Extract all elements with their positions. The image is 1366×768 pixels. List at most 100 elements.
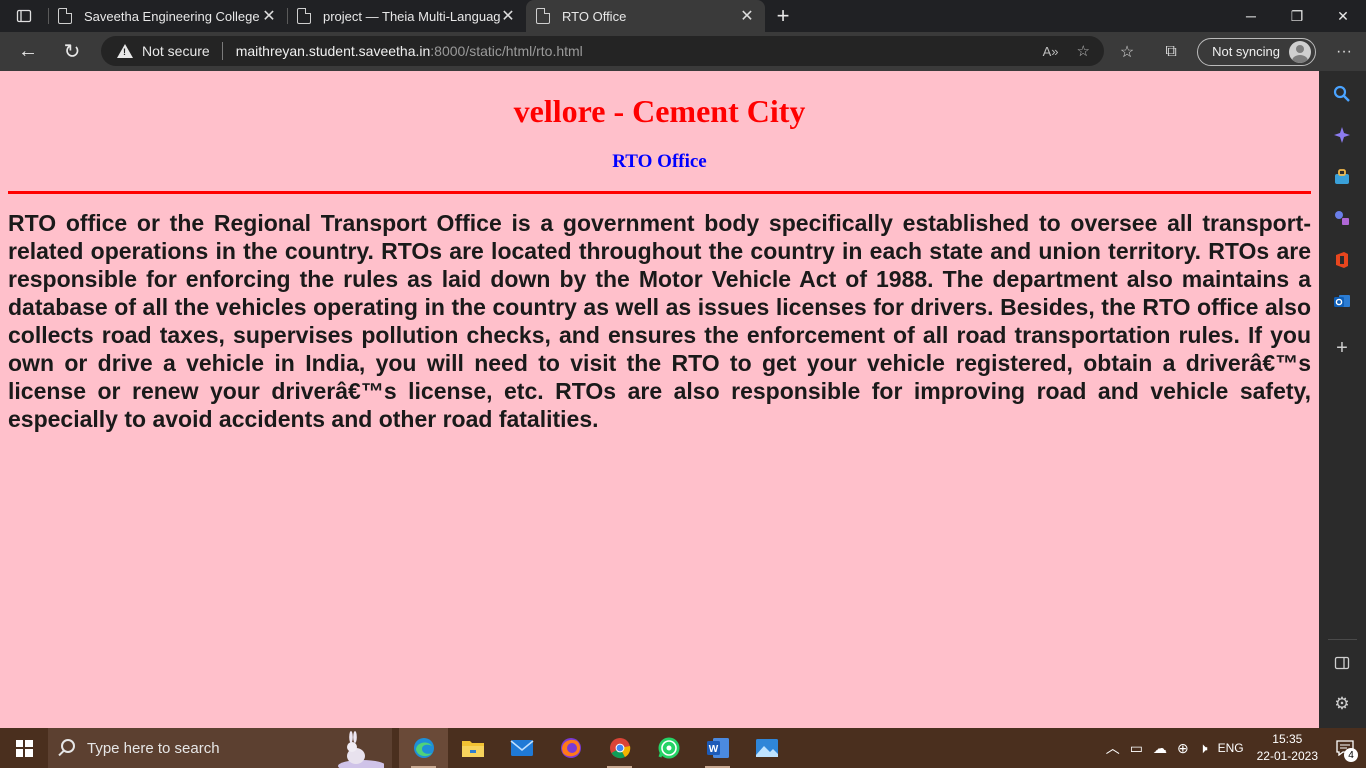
tab-close-icon[interactable]: ✕ (261, 6, 277, 26)
page-paragraph: RTO office or the Regional Transport Off… (8, 210, 1311, 432)
word-icon: W (706, 738, 729, 758)
taskbar-file-explorer[interactable] (448, 728, 497, 768)
plus-icon: + (1336, 336, 1348, 359)
url-path: :8000/static/html/rto.html (430, 43, 583, 59)
sidebar-outlook-button[interactable] (1331, 290, 1353, 312)
sidebar-copilot-button[interactable] (1331, 124, 1353, 146)
taskbar: Type here to search W ︿ ▭ ☁ ⊕ 🕨 ENG 15:3… (0, 728, 1366, 768)
tab-actions-button[interactable] (0, 0, 48, 32)
search-icon (61, 739, 75, 753)
tab-theia-project[interactable]: project — Theia Multi-Language ✕ (287, 0, 526, 32)
taskbar-edge[interactable] (399, 728, 448, 768)
collections-button[interactable]: ⧉ (1149, 43, 1193, 61)
firefox-icon (560, 738, 581, 758)
sidebar-shopping-button[interactable] (1331, 166, 1353, 188)
page-icon (297, 8, 311, 24)
network-icon[interactable]: ⊕ (1177, 740, 1189, 757)
sidebar-hide-button[interactable] (1331, 652, 1353, 674)
tab-close-icon[interactable]: ✕ (500, 6, 516, 26)
profile-button[interactable]: Not syncing (1197, 37, 1316, 66)
browser-toolbar: ← ↻ ! Not secure maithreyan.student.save… (0, 32, 1366, 71)
sidebar-add-button[interactable]: + (1331, 337, 1353, 359)
new-tab-button[interactable]: + (765, 0, 801, 32)
tab-actions-icon (16, 9, 32, 23)
mail-icon (509, 740, 534, 756)
notification-badge: 4 (1344, 748, 1358, 762)
windows-icon (15, 739, 33, 757)
clock-date: 22-01-2023 (1256, 749, 1318, 763)
warning-icon: ! (117, 44, 133, 58)
taskbar-photos[interactable] (742, 728, 791, 768)
taskbar-chrome[interactable] (595, 728, 644, 768)
page-title: vellore - Cement City (513, 93, 806, 129)
taskbar-firefox[interactable] (546, 728, 595, 768)
add-favorite-icon[interactable]: ☆ (1077, 42, 1090, 60)
page-icon (58, 8, 72, 24)
restore-button[interactable]: ❐ (1274, 0, 1320, 32)
sidebar-settings-button[interactable]: ⚙ (1331, 693, 1353, 715)
address-bar-actions: A» ☆ (1043, 36, 1090, 66)
cloud-icon[interactable]: ☁ (1153, 740, 1167, 757)
notification-center-button[interactable]: 4 (1330, 728, 1360, 768)
divider (221, 42, 223, 60)
tab-saveetha[interactable]: Saveetha Engineering College ✕ (48, 0, 287, 32)
sidebar-office-button[interactable] (1331, 249, 1353, 271)
arrow-left-icon: ← (18, 40, 38, 62)
whatsapp-icon (658, 737, 679, 759)
tab-strip: Saveetha Engineering College ✕ project —… (0, 0, 1366, 32)
start-button[interactable] (0, 728, 48, 768)
edge-sidebar: + ⚙ (1319, 71, 1366, 728)
refresh-button[interactable]: ↻ (50, 34, 94, 70)
favorites-button[interactable]: ☆ (1105, 42, 1149, 62)
taskbar-search[interactable]: Type here to search (48, 728, 392, 768)
close-window-button[interactable]: ✕ (1320, 0, 1366, 32)
volume-muted-icon[interactable]: 🕨 (1199, 740, 1208, 757)
page-subtitle: RTO Office (612, 151, 707, 172)
settings-menu-button[interactable]: ··· (1322, 43, 1366, 61)
window-controls: ─ ❐ ✕ (1228, 0, 1366, 32)
pinned-apps: W (399, 728, 791, 768)
office-icon (1336, 252, 1348, 268)
back-button[interactable]: ← (6, 34, 50, 70)
sidebar-search-button[interactable] (1331, 83, 1353, 105)
gear-icon: ⚙ (1334, 694, 1350, 713)
sparkle-icon (1334, 127, 1350, 143)
divider (1328, 639, 1357, 640)
read-aloud-icon[interactable]: A» (1043, 44, 1059, 59)
clock[interactable]: 15:35 22-01-2023 (1257, 731, 1318, 765)
clock-time: 15:35 (1272, 732, 1303, 746)
collections-icon: ⧉ (1165, 42, 1177, 60)
edge-icon (413, 738, 434, 758)
sidebar-tools-button[interactable] (1331, 207, 1353, 229)
toolbar-right: ☆ ⧉ Not syncing ··· (1105, 32, 1366, 71)
language-indicator[interactable]: ENG (1218, 741, 1244, 755)
outlook-icon (1334, 295, 1350, 307)
sidebar-panel-icon (1334, 656, 1350, 670)
taskbar-whatsapp[interactable] (644, 728, 693, 768)
tools-icon (1335, 211, 1349, 225)
photos-icon (755, 739, 778, 757)
taskbar-mail[interactable] (497, 728, 546, 768)
tab-rto-office[interactable]: RTO Office ✕ (526, 0, 765, 32)
web-page: vellore - Cement City RTO Office RTO off… (0, 71, 1319, 728)
tab-title: Saveetha Engineering College (84, 8, 260, 24)
tab-title: RTO Office (562, 8, 627, 24)
minimize-button[interactable]: ─ (1228, 0, 1274, 32)
favorites-icon: ☆ (1119, 43, 1135, 61)
system-tray: ︿ ▭ ☁ ⊕ 🕨 ENG 15:35 22-01-2023 4 (1101, 728, 1366, 768)
chevron-up-icon[interactable]: ︿ (1106, 738, 1120, 758)
tab-title: project — Theia Multi-Language (323, 8, 500, 24)
address-bar[interactable]: ! Not secure maithreyan.student.saveetha… (101, 36, 1104, 66)
horizontal-rule (8, 191, 1311, 194)
url-host: maithreyan.student.saveetha.in (235, 43, 431, 59)
svg-text:W: W (708, 744, 718, 755)
shopping-bag-icon (1335, 169, 1349, 184)
security-indicator[interactable]: Not secure (142, 43, 210, 59)
battery-icon[interactable]: ▭ (1130, 740, 1143, 757)
taskbar-word[interactable]: W (693, 728, 742, 768)
avatar (1289, 40, 1311, 63)
tab-close-icon[interactable]: ✕ (739, 6, 755, 26)
rabbit-illustration (338, 731, 384, 768)
search-placeholder: Type here to search (87, 739, 220, 757)
sync-status: Not syncing (1212, 44, 1280, 59)
